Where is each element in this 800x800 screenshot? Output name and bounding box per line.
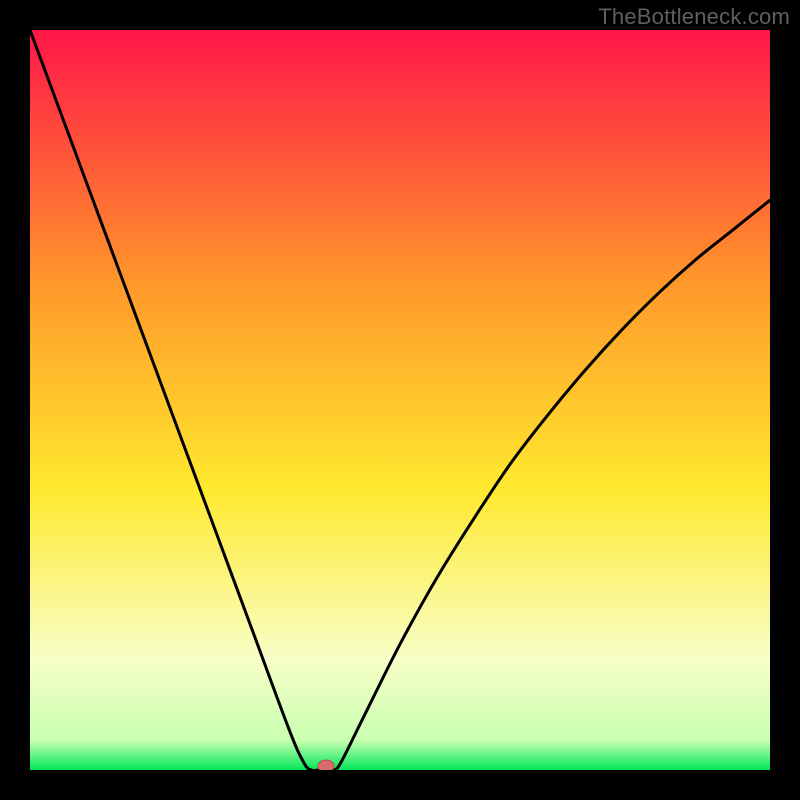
plot-area [30,30,770,770]
chart-frame: TheBottleneck.com [0,0,800,800]
watermark-text: TheBottleneck.com [598,4,790,30]
plot-svg [30,30,770,770]
minimum-marker [318,760,334,770]
gradient-background [30,30,770,770]
